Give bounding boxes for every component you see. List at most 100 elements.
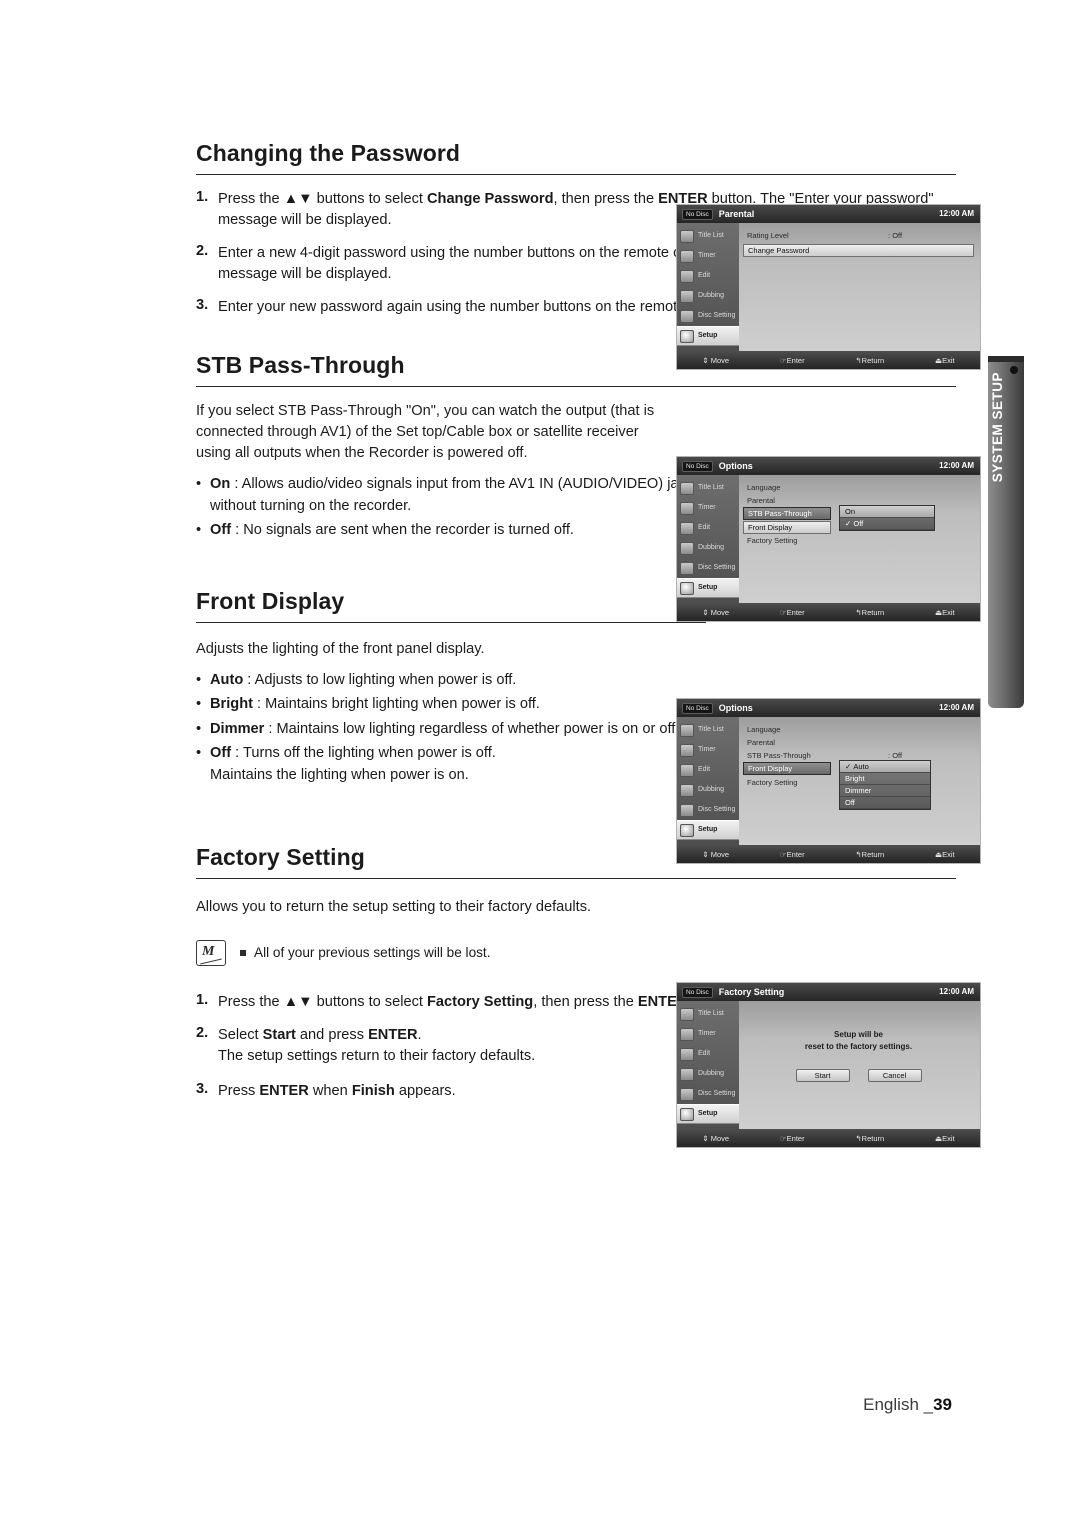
osd-title: Parental xyxy=(718,209,755,219)
sidebar-item-dubbing[interactable]: Dubbing xyxy=(677,1064,739,1084)
sidebar-item-edit[interactable]: Edit xyxy=(677,760,739,780)
front-display-paragraph: Adjusts the lighting of the front panel … xyxy=(196,640,485,657)
factory-paragraph: Allows you to return the setup setting t… xyxy=(196,899,592,915)
timer-icon xyxy=(680,743,694,757)
osd-clock: 12:00 AM xyxy=(939,703,974,712)
dropdown-item-off[interactable]: Off xyxy=(840,797,930,809)
sidebar-item-edit[interactable]: Edit xyxy=(677,518,739,538)
sidebar-item-setup[interactable]: Setup xyxy=(677,326,739,346)
osd-body: Title List Timer Edit Dubbing Disc Setti… xyxy=(677,475,980,603)
sidebar-item-disc-setting[interactable]: Disc Setting xyxy=(677,1084,739,1104)
sidebar-item-setup[interactable]: Setup xyxy=(677,820,739,840)
option-row-rating-level[interactable]: Rating Level : Off xyxy=(743,229,974,242)
osd-body: Title List Timer Edit Dubbing Disc Setti… xyxy=(677,1001,980,1129)
option-row-front-display[interactable]: Front Display xyxy=(743,521,831,534)
sidebar-item-timer[interactable]: Timer xyxy=(677,246,739,266)
sidebar-item-title-list[interactable]: Title List xyxy=(677,478,739,498)
footer-return: ↰Return xyxy=(855,607,885,617)
setup-gear-icon xyxy=(680,1107,694,1121)
dropdown-item-bright[interactable]: Bright xyxy=(840,773,930,785)
footer-language: English _ xyxy=(863,1395,934,1414)
sidebar-item-title-list[interactable]: Title List xyxy=(677,226,739,246)
option-row-front-display[interactable]: Front Display xyxy=(743,762,831,775)
footer-return: ↰Return xyxy=(855,355,885,365)
option-row-change-password[interactable]: Change Password xyxy=(743,244,974,257)
edit-icon xyxy=(680,763,694,777)
sidebar-item-label: Edit xyxy=(698,272,711,279)
side-tab-cap xyxy=(988,356,1024,362)
dropdown-item-on[interactable]: On xyxy=(840,506,934,518)
page-footer: English _39 xyxy=(863,1395,952,1415)
dropdown-item-off[interactable]: ✓ Off xyxy=(840,518,934,530)
dropdown-item-auto[interactable]: ✓ Auto xyxy=(840,761,930,773)
setup-gear-icon xyxy=(680,329,694,343)
osd-titlebar: No Disc Factory Setting 12:00 AM xyxy=(677,983,980,1001)
sidebar-item-label: Edit xyxy=(698,766,711,773)
option-label: STB Pass-Through xyxy=(748,509,812,518)
sidebar-item-timer[interactable]: Timer xyxy=(677,498,739,518)
footer-page-number: 39 xyxy=(933,1395,952,1414)
no-disc-badge: No Disc xyxy=(682,986,713,998)
sidebar-item-disc-setting[interactable]: Disc Setting xyxy=(677,558,739,578)
bullet-dot-icon: • xyxy=(196,671,202,688)
dropdown-item-dimmer[interactable]: Dimmer xyxy=(840,785,930,797)
osd-sidemenu: Title List Timer Edit Dubbing Disc Setti… xyxy=(677,475,739,603)
sidebar-item-dubbing[interactable]: Dubbing xyxy=(677,286,739,306)
title-list-icon xyxy=(680,1007,694,1021)
sidebar-item-setup[interactable]: Setup xyxy=(677,578,739,598)
sidebar-item-label: Setup xyxy=(698,826,718,833)
osd-screenshot-parental: No Disc Parental 12:00 AM Title List Tim… xyxy=(676,204,981,370)
edit-icon xyxy=(680,521,694,535)
sidebar-item-label: Title List xyxy=(698,232,724,239)
sidebar-item-dubbing[interactable]: Dubbing xyxy=(677,780,739,800)
sidebar-item-timer[interactable]: Timer xyxy=(677,1024,739,1044)
sidebar-item-label: Disc Setting xyxy=(698,312,736,319)
osd-body: Title List Timer Edit Dubbing Disc Setti… xyxy=(677,717,980,845)
footer-exit: ⏏Exit xyxy=(934,849,955,859)
heading-changing-the-password: Changing the Password xyxy=(196,140,956,175)
sidebar-item-disc-setting[interactable]: Disc Setting xyxy=(677,306,739,326)
timer-icon xyxy=(680,1027,694,1041)
bullet-dot-icon: • xyxy=(196,745,202,761)
disc-setting-icon xyxy=(680,803,694,817)
disc-setting-icon xyxy=(680,309,694,323)
list-item: • Auto : Adjusts to low lighting when po… xyxy=(196,670,956,692)
sidebar-item-setup[interactable]: Setup xyxy=(677,1104,739,1124)
option-row-stb-pass-through[interactable]: STB Pass-Through xyxy=(743,507,831,520)
step-number: 1. xyxy=(196,992,209,1008)
sidebar-item-title-list[interactable]: Title List xyxy=(677,720,739,740)
option-row-parental[interactable]: Parental xyxy=(743,736,974,749)
footer-move: ⇕ Move xyxy=(702,607,730,617)
option-row-language[interactable]: Language xyxy=(743,723,974,736)
sidebar-item-timer[interactable]: Timer xyxy=(677,740,739,760)
osd-clock: 12:00 AM xyxy=(939,209,974,218)
option-row-language[interactable]: Language xyxy=(743,481,974,494)
osd-footer: ⇕ Move ☞Enter ↰Return ⏏Exit xyxy=(677,845,980,863)
footer-enter: ☞Enter xyxy=(779,849,805,859)
sidebar-item-edit[interactable]: Edit xyxy=(677,266,739,286)
no-disc-badge: No Disc xyxy=(682,208,713,220)
sidebar-item-dubbing[interactable]: Dubbing xyxy=(677,538,739,558)
setup-gear-icon xyxy=(680,823,694,837)
sidebar-item-label: Edit xyxy=(698,1050,711,1057)
stb-paragraph: If you select STB Pass-Through "On", you… xyxy=(196,403,655,461)
option-label: Front Display xyxy=(748,764,793,773)
note-block: All of your previous settings will be lo… xyxy=(196,940,956,966)
sidebar-item-disc-setting[interactable]: Disc Setting xyxy=(677,800,739,820)
dropdown-stb-pass-through[interactable]: On ✓ Off xyxy=(839,505,935,531)
osd-footer: ⇕ Move ☞Enter ↰Return ⏏Exit xyxy=(677,603,980,621)
sidebar-item-title-list[interactable]: Title List xyxy=(677,1004,739,1024)
note-square-icon xyxy=(240,950,246,956)
step-number: 1. xyxy=(196,189,209,205)
option-label: Parental xyxy=(747,496,775,505)
dropdown-front-display[interactable]: ✓ Auto Bright Dimmer Off xyxy=(839,760,931,810)
option-label: Change Password xyxy=(748,246,810,255)
start-button[interactable]: Start xyxy=(795,1069,850,1082)
osd-options-panel: Language Parental STB Pass-Through Front… xyxy=(739,475,980,603)
option-row-factory-setting[interactable]: Factory Setting xyxy=(743,534,974,547)
dialog-message-line2: reset to the factory settings. xyxy=(804,1042,913,1051)
cancel-button[interactable]: Cancel xyxy=(867,1069,922,1082)
disc-setting-icon xyxy=(680,561,694,575)
dialog-buttons: Start Cancel xyxy=(743,1069,974,1082)
sidebar-item-edit[interactable]: Edit xyxy=(677,1044,739,1064)
